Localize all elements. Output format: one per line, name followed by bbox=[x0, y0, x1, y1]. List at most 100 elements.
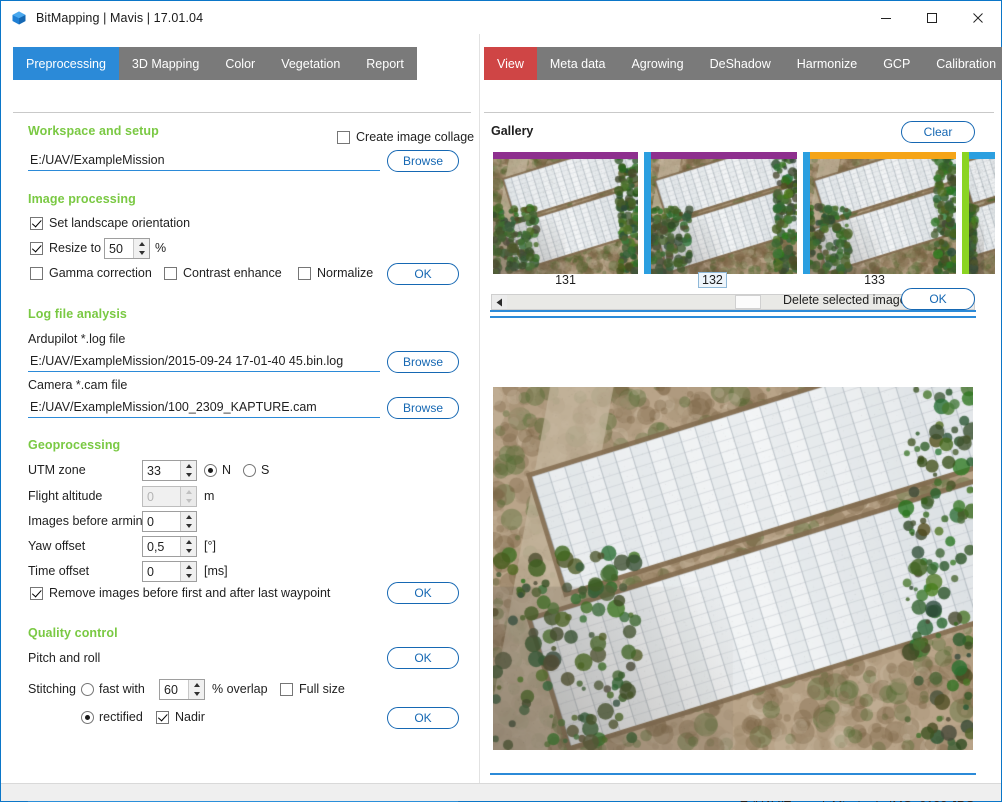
stepper-down[interactable] bbox=[181, 471, 196, 481]
stepper-down[interactable] bbox=[181, 522, 196, 532]
workspace-browse-button[interactable]: Browse bbox=[387, 150, 459, 172]
gamma-correction-label: Gamma correction bbox=[49, 266, 152, 280]
time-offset-label: Time offset bbox=[28, 564, 90, 578]
camera-browse-button[interactable]: Browse bbox=[387, 397, 459, 419]
gallery-strip[interactable] bbox=[493, 152, 995, 274]
stepper-down[interactable] bbox=[181, 572, 196, 582]
gallery-thumbnail[interactable] bbox=[962, 152, 995, 274]
overlap-value: 60 bbox=[164, 682, 178, 697]
images-before-arming-label: Images before arming bbox=[28, 514, 150, 528]
delete-selected-images-ok-button[interactable]: OK bbox=[901, 288, 975, 310]
set-landscape-orientation-checkbox[interactable] bbox=[30, 217, 43, 230]
hemisphere-south-radio[interactable] bbox=[243, 464, 256, 477]
section-log-analysis-title: Log file analysis bbox=[28, 307, 127, 321]
tab-report[interactable]: Report bbox=[353, 47, 417, 80]
ardupilot-browse-button[interactable]: Browse bbox=[387, 351, 459, 373]
scrollbar-thumb[interactable] bbox=[735, 295, 761, 309]
hemisphere-north-radio[interactable] bbox=[204, 464, 217, 477]
stepper-up[interactable] bbox=[181, 562, 196, 572]
thumbnail-caption-selected[interactable]: 132 bbox=[698, 272, 727, 288]
tab-label: 3D Mapping bbox=[131, 56, 200, 71]
yaw-offset-stepper[interactable]: 0,5 bbox=[142, 536, 197, 557]
stepper-down[interactable] bbox=[189, 690, 204, 700]
contrast-enhance-checkbox[interactable] bbox=[164, 267, 177, 280]
scroll-left-arrow-icon[interactable] bbox=[492, 295, 507, 309]
stepper-buttons[interactable] bbox=[188, 680, 204, 699]
stepper-down[interactable] bbox=[181, 547, 196, 557]
resize-checkbox[interactable] bbox=[30, 242, 43, 255]
overlap-stepper[interactable]: 60 bbox=[159, 679, 205, 700]
pitch-roll-ok-button[interactable]: OK bbox=[387, 647, 459, 669]
tab-label: Agrowing bbox=[631, 56, 684, 71]
gallery-thumbnail[interactable] bbox=[803, 152, 956, 274]
create-image-collage-checkbox[interactable] bbox=[337, 131, 350, 144]
tab-agrowing[interactable]: Agrowing bbox=[618, 47, 697, 80]
stepper-up[interactable] bbox=[189, 680, 204, 690]
yaw-offset-label: Yaw offset bbox=[28, 539, 86, 553]
full-size-label: Full size bbox=[299, 682, 345, 696]
flight-altitude-unit: m bbox=[204, 489, 215, 503]
stitching-rectified-radio[interactable] bbox=[81, 711, 94, 724]
tab-label: GCP bbox=[883, 56, 911, 71]
tab-3d-mapping[interactable]: 3D Mapping bbox=[118, 47, 213, 80]
full-size-checkbox[interactable] bbox=[280, 683, 293, 696]
maximize-icon[interactable] bbox=[909, 1, 955, 34]
create-image-collage-label: Create image collage bbox=[356, 130, 475, 144]
camera-cam-input[interactable] bbox=[28, 399, 380, 418]
gallery-thumbnail[interactable] bbox=[644, 152, 797, 274]
tab-vegetation[interactable]: Vegetation bbox=[268, 47, 354, 80]
remove-images-waypoint-checkbox[interactable] bbox=[30, 587, 43, 600]
yaw-offset-value: 0,5 bbox=[147, 539, 165, 554]
thumbnail-left-marker bbox=[962, 152, 969, 274]
tab-label: DeShadow bbox=[709, 56, 771, 71]
tab-deshadow[interactable]: DeShadow bbox=[696, 47, 784, 80]
stepper-up[interactable] bbox=[181, 512, 196, 522]
stitching-ok-button[interactable]: OK bbox=[387, 707, 459, 729]
thumbnail-top-marker bbox=[644, 152, 797, 159]
stepper-down bbox=[181, 497, 196, 507]
gamma-correction-checkbox[interactable] bbox=[30, 267, 43, 280]
scrollbar-underline bbox=[490, 310, 976, 312]
image-processing-ok-button[interactable]: OK bbox=[387, 263, 459, 285]
image-preview[interactable] bbox=[493, 387, 973, 750]
tab-calibration[interactable]: Calibration bbox=[923, 47, 1002, 80]
set-landscape-orientation-label: Set landscape orientation bbox=[49, 216, 191, 230]
gallery-thumbnail[interactable] bbox=[493, 152, 638, 274]
stepper-up[interactable] bbox=[181, 537, 196, 547]
tab-meta-data[interactable]: Meta data bbox=[536, 47, 619, 80]
nadir-label: Nadir bbox=[175, 710, 205, 724]
geoprocessing-ok-button[interactable]: OK bbox=[387, 582, 459, 604]
close-icon[interactable] bbox=[955, 1, 1001, 34]
section-geoprocessing-title: Geoprocessing bbox=[28, 438, 121, 452]
normalize-checkbox[interactable] bbox=[298, 267, 311, 280]
tab-label: Harmonize bbox=[796, 56, 858, 71]
thumbnail-top-marker bbox=[493, 152, 638, 159]
gallery-title: Gallery bbox=[491, 124, 534, 138]
resize-percent-stepper[interactable]: 50 bbox=[104, 238, 150, 259]
tab-gcp[interactable]: GCP bbox=[870, 47, 924, 80]
tab-harmonize[interactable]: Harmonize bbox=[783, 47, 871, 80]
workspace-path-input[interactable] bbox=[28, 152, 380, 171]
stepper-buttons[interactable] bbox=[180, 512, 196, 531]
ardupilot-log-input[interactable] bbox=[28, 353, 380, 372]
stepper-buttons[interactable] bbox=[180, 461, 196, 480]
stitching-fast-radio[interactable] bbox=[81, 683, 94, 696]
cube-icon bbox=[11, 10, 27, 26]
images-before-arming-stepper[interactable]: 0 bbox=[142, 511, 197, 532]
nadir-checkbox[interactable] bbox=[156, 711, 169, 724]
gallery-clear-button[interactable]: Clear bbox=[901, 121, 975, 143]
tab-view[interactable]: View bbox=[484, 47, 537, 80]
tab-color[interactable]: Color bbox=[212, 47, 269, 80]
time-offset-stepper[interactable]: 0 bbox=[142, 561, 197, 582]
overlap-unit-label: % overlap bbox=[212, 682, 268, 696]
utm-zone-stepper[interactable]: 33 bbox=[142, 460, 197, 481]
stepper-up[interactable] bbox=[181, 461, 196, 471]
minimize-icon[interactable] bbox=[863, 1, 909, 34]
stepper-buttons[interactable] bbox=[180, 537, 196, 556]
stitching-fast-label: fast with bbox=[99, 682, 145, 696]
tab-preprocessing[interactable]: Preprocessing bbox=[13, 47, 119, 80]
stepper-down[interactable] bbox=[134, 249, 149, 259]
stepper-buttons[interactable] bbox=[180, 562, 196, 581]
stepper-up[interactable] bbox=[134, 239, 149, 249]
stepper-buttons[interactable] bbox=[133, 239, 149, 258]
